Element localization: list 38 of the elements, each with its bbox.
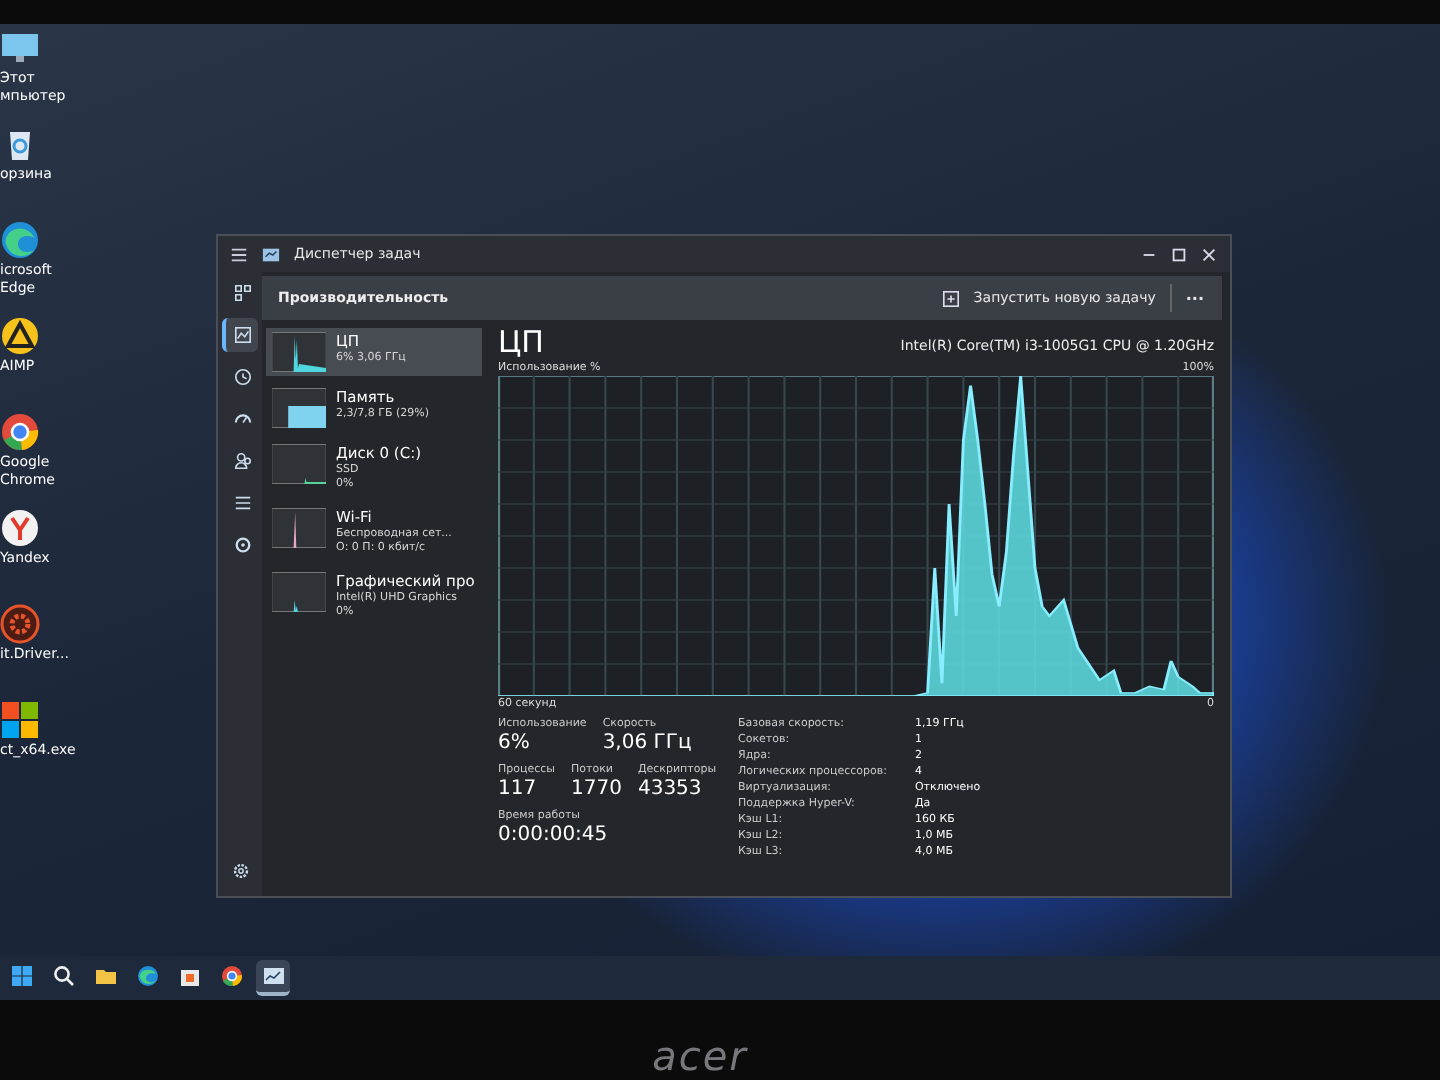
cog-icon <box>233 536 251 554</box>
menu-icon[interactable] <box>230 245 248 263</box>
wave-logo-icon <box>135 964 159 988</box>
grid-icon <box>233 284 251 302</box>
ring-logo-icon <box>219 964 243 988</box>
maximize-icon[interactable] <box>1170 245 1188 263</box>
more-button[interactable]: ··· <box>1179 285 1210 311</box>
stat-value: 43353 <box>637 778 704 802</box>
search-icon <box>51 964 75 988</box>
fork-logo-icon[interactable] <box>0 508 40 548</box>
list-icon <box>233 494 251 512</box>
stat-value: 3,06 ГГц <box>602 732 692 756</box>
triangle-logo-icon[interactable] <box>0 316 40 356</box>
settings-icon[interactable] <box>231 862 249 880</box>
new-task-icon[interactable] <box>941 289 960 307</box>
chart-icon <box>233 326 251 344</box>
stat-value: 117 <box>498 778 539 802</box>
taskbar-button[interactable] <box>256 960 290 996</box>
users-icon <box>233 452 251 470</box>
gear-logo-icon[interactable] <box>0 604 40 644</box>
ring-logo-icon[interactable] <box>0 412 40 452</box>
app-icon <box>260 245 282 263</box>
monitor-icon[interactable] <box>0 28 40 68</box>
windows-logo-icon <box>9 964 33 988</box>
nav-tab[interactable] <box>222 318 258 352</box>
chart-window-icon <box>261 964 285 988</box>
speedometer-icon <box>233 410 251 428</box>
stat-value: 6% <box>498 732 532 756</box>
close-icon[interactable] <box>1200 245 1218 263</box>
stat-value: 0:00:00:45 <box>498 824 608 848</box>
cpu-title: ЦП <box>498 324 544 360</box>
four-squares-icon[interactable] <box>0 700 40 740</box>
history-icon <box>233 368 251 386</box>
folder-icon <box>93 964 117 988</box>
wave-logo-icon[interactable] <box>0 220 40 260</box>
brand-logo: acer <box>652 1032 748 1080</box>
stat-value: 1770 <box>571 778 622 802</box>
bag-icon <box>177 964 201 988</box>
